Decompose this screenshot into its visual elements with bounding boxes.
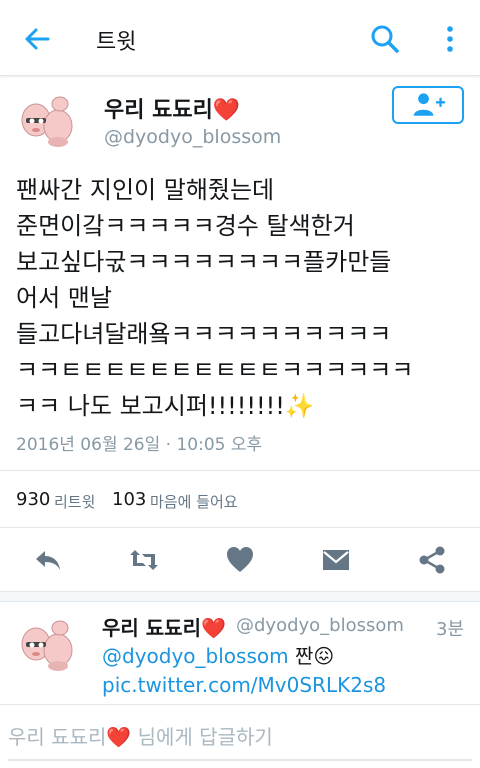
tweet-text: 팬싸간 지인이 말해줬는데 준면이갘ㅋㅋㅋㅋㅋ경수 탈색한거 보고싶다굯ㅋㅋㅋㅋ…	[16, 176, 414, 420]
reply-text-suffix: 짠😖	[288, 644, 335, 668]
reply-text: @dyodyo_blossom 짠😖 pic.twitter.com/Mv0SR…	[102, 642, 472, 700]
tweet-timestamp: 2016년 06월 26일 · 10:05 오후	[16, 435, 263, 455]
section-divider	[0, 592, 480, 602]
page-title: 트윗	[96, 30, 137, 55]
top-app-bar: 트윗	[0, 0, 480, 76]
media-link[interactable]: pic.twitter.com/Mv0SRLK2s8	[102, 673, 386, 697]
heart-icon[interactable]	[224, 544, 256, 576]
reply-handle[interactable]: @dyodyo_blossom	[236, 615, 404, 636]
more-vertical-icon[interactable]	[440, 22, 460, 56]
mention-link[interactable]: @dyodyo_blossom	[102, 644, 289, 668]
search-icon[interactable]	[368, 22, 402, 56]
retweet-label[interactable]: 리트윗	[54, 491, 95, 512]
like-count[interactable]: 103	[112, 489, 146, 510]
mail-icon[interactable]	[320, 544, 352, 576]
add-user-icon	[413, 93, 446, 116]
user-handle[interactable]: @dyodyo_blossom	[104, 126, 281, 148]
tweet-action-bar	[0, 528, 480, 592]
tweet-stats: 930 리트윗 103 마음에 들어요	[0, 470, 480, 528]
reply-display-name[interactable]: 우리 됴됴리❤️	[102, 612, 226, 641]
avatar[interactable]	[16, 90, 78, 152]
retweet-icon[interactable]	[128, 544, 160, 576]
follow-button[interactable]	[392, 86, 464, 124]
like-label[interactable]: 마음에 들어요	[150, 491, 238, 512]
avatar[interactable]	[16, 614, 78, 676]
share-icon[interactable]	[416, 544, 448, 576]
reply-icon[interactable]	[32, 544, 64, 576]
retweet-count[interactable]: 930	[16, 489, 50, 510]
reply-composer	[0, 704, 480, 768]
arrow-left-icon[interactable]	[20, 22, 54, 56]
reply-time: 3분	[436, 619, 465, 640]
display-name[interactable]: 우리 됴됴리❤️	[104, 92, 240, 124]
reply-input[interactable]	[8, 715, 472, 761]
